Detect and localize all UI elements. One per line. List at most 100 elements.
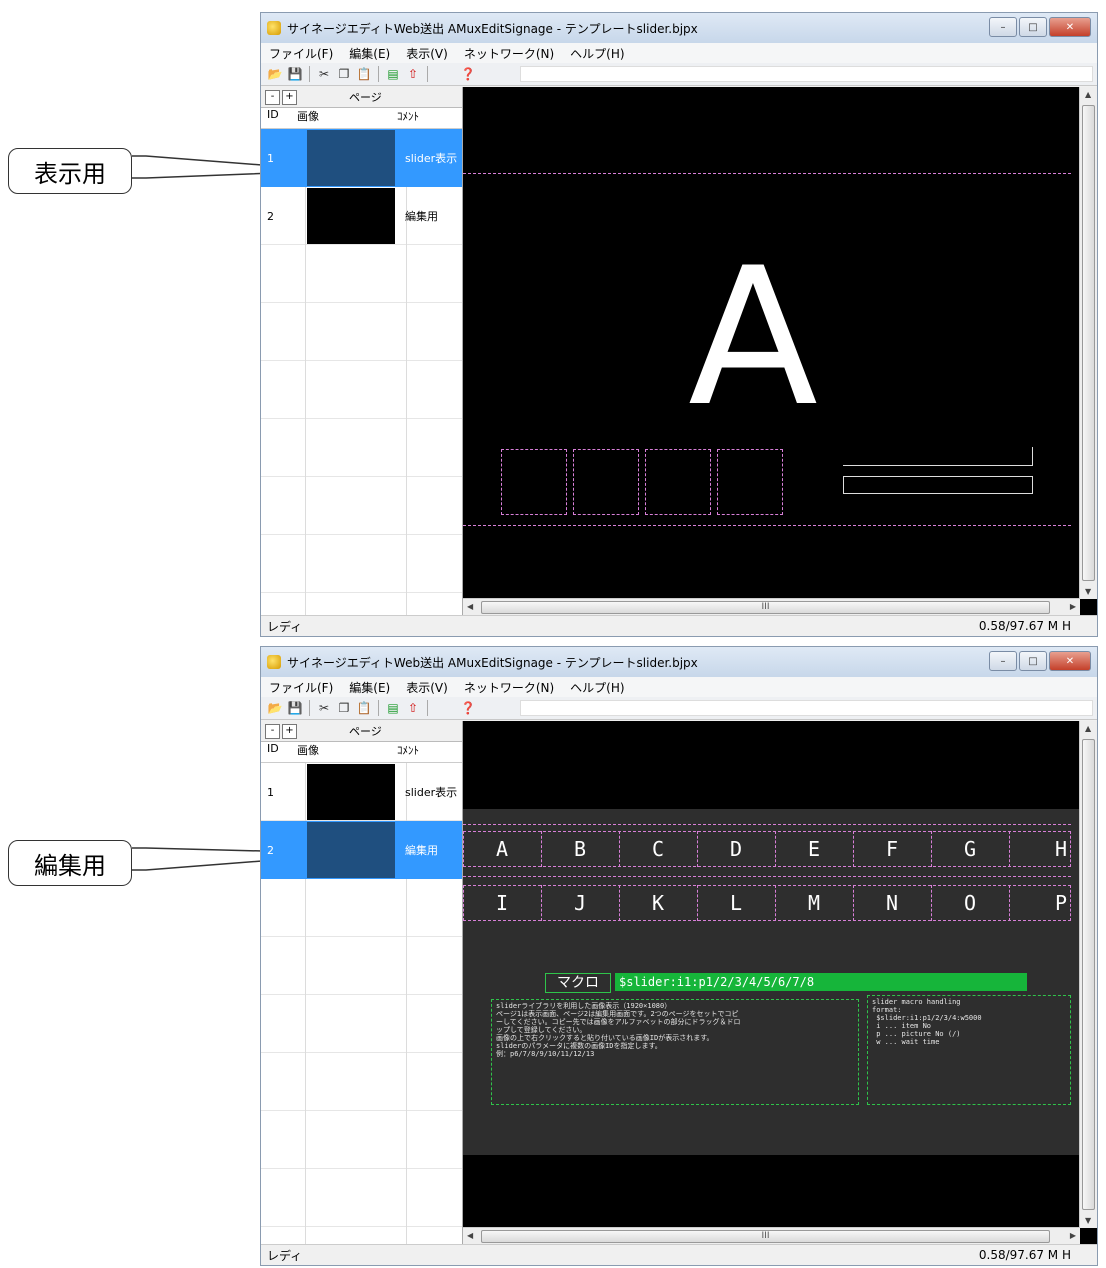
slot-3[interactable] (645, 449, 711, 515)
close-button[interactable]: ✕ (1049, 17, 1091, 37)
vertical-scrollbar[interactable]: ▲ ▼ (1079, 721, 1097, 1228)
column-id[interactable]: ID (261, 742, 291, 762)
slot-i[interactable]: I (463, 885, 542, 921)
cut-icon[interactable]: ✂ (316, 700, 332, 716)
copy-icon[interactable]: ❐ (336, 700, 352, 716)
status-text: レディ (267, 1248, 303, 1263)
slot-d[interactable]: D (697, 831, 776, 867)
slot-e[interactable]: E (775, 831, 854, 867)
page-row-1[interactable]: 1 slider表示 (261, 129, 462, 187)
save-green-icon[interactable]: ▤ (385, 66, 401, 82)
scroll-down-icon[interactable]: ▼ (1085, 1216, 1091, 1225)
page-row-2[interactable]: 2 編集用 (261, 187, 462, 245)
paste-icon[interactable]: 📋 (356, 700, 372, 716)
slot-f[interactable]: F (853, 831, 932, 867)
minimize-button[interactable]: – (989, 651, 1017, 671)
slot-2[interactable] (573, 449, 639, 515)
menu-file[interactable]: ファイル(F) (269, 45, 333, 62)
slot-p[interactable]: P (1009, 885, 1071, 921)
slot-k[interactable]: K (619, 885, 698, 921)
page-row-1[interactable]: 1 slider表示 (261, 763, 462, 821)
callout-display: 表示用 (8, 148, 132, 194)
vertical-scrollbar[interactable]: ▲ ▼ (1079, 87, 1097, 599)
page-row-2[interactable]: 2 編集用 (261, 821, 462, 879)
slider-bar[interactable] (843, 476, 1033, 494)
slot-j[interactable]: J (541, 885, 620, 921)
remove-page-button[interactable]: - (265, 89, 280, 105)
scroll-up-icon[interactable]: ▲ (1085, 90, 1091, 99)
menu-view[interactable]: 表示(V) (406, 45, 448, 62)
page-id: 1 (267, 785, 274, 799)
column-image[interactable]: 画像 (291, 742, 391, 762)
minimize-button[interactable]: – (989, 17, 1017, 37)
scroll-right-icon[interactable]: ▶ (1070, 602, 1076, 611)
scroll-left-icon[interactable]: ◀ (467, 602, 473, 611)
slot-h[interactable]: H (1009, 831, 1071, 867)
maximize-button[interactable]: □ (1019, 651, 1047, 671)
help-icon[interactable]: ❓ (460, 66, 476, 82)
preview-canvas-display[interactable]: A ▲ ▼ ◀ III ▶ (463, 87, 1097, 616)
status-text: レディ (267, 619, 303, 634)
page-comment: 編集用 (405, 844, 438, 857)
add-page-button[interactable]: + (282, 723, 297, 739)
horizontal-scrollbar[interactable]: ◀ III ▶ (463, 1227, 1080, 1245)
scroll-right-icon[interactable]: ▶ (1070, 1231, 1076, 1240)
horizontal-scroll-thumb[interactable]: III (481, 601, 1050, 614)
slot-1[interactable] (501, 449, 567, 515)
horizontal-scroll-thumb[interactable]: III (481, 1230, 1050, 1243)
menu-file[interactable]: ファイル(F) (269, 679, 333, 696)
upload-arrow-icon[interactable]: ⇧ (405, 700, 421, 716)
open-folder-icon[interactable]: 📂 (267, 66, 283, 82)
paste-icon[interactable]: 📋 (356, 66, 372, 82)
add-page-button[interactable]: + (282, 89, 297, 105)
menu-help[interactable]: ヘルプ(H) (570, 679, 624, 696)
close-button[interactable]: ✕ (1049, 651, 1091, 671)
vertical-scroll-thumb[interactable] (1082, 105, 1095, 581)
callout-edit-label: 編集用 (34, 851, 106, 880)
slot-m[interactable]: M (775, 885, 854, 921)
page-thumbnail (307, 764, 395, 820)
horizontal-scrollbar[interactable]: ◀ III ▶ (463, 598, 1080, 616)
column-image[interactable]: 画像 (291, 108, 391, 128)
window-title: サイネージエディトWeb送出 AMuxEditSignage - テンプレートs… (287, 655, 698, 670)
column-comment[interactable]: ｺﾒﾝﾄ (391, 742, 461, 762)
toolbar-spacer (520, 66, 1093, 82)
save-green-icon[interactable]: ▤ (385, 700, 401, 716)
menu-view[interactable]: 表示(V) (406, 679, 448, 696)
open-folder-icon[interactable]: 📂 (267, 700, 283, 716)
save-icon[interactable]: 💾 (287, 66, 303, 82)
scroll-up-icon[interactable]: ▲ (1085, 724, 1091, 733)
menu-edit[interactable]: 編集(E) (349, 679, 390, 696)
menu-network[interactable]: ネットワーク(N) (464, 679, 554, 696)
page-list: 1 slider表示 2 編集用 (261, 763, 462, 1245)
maximize-button[interactable]: □ (1019, 17, 1047, 37)
vertical-scroll-thumb[interactable] (1082, 739, 1095, 1210)
status-bar: レディ 0.58/97.67 M H (261, 1244, 1097, 1265)
copy-icon[interactable]: ❐ (336, 66, 352, 82)
slot-c[interactable]: C (619, 831, 698, 867)
slot-o[interactable]: O (931, 885, 1010, 921)
help-icon[interactable]: ❓ (460, 700, 476, 716)
slot-g[interactable]: G (931, 831, 1010, 867)
menu-network[interactable]: ネットワーク(N) (464, 45, 554, 62)
page-list: 1 slider表示 2 編集用 (261, 129, 462, 616)
upload-arrow-icon[interactable]: ⇧ (405, 66, 421, 82)
scroll-left-icon[interactable]: ◀ (467, 1231, 473, 1240)
preview-canvas-edit[interactable]: A B C D E F G H I J K L M N O P マクロ $sli… (463, 721, 1097, 1245)
slot-4[interactable] (717, 449, 783, 515)
slot-n[interactable]: N (853, 885, 932, 921)
title-bar[interactable]: サイネージエディトWeb送出 AMuxEditSignage - テンプレートs… (261, 13, 1097, 43)
menu-edit[interactable]: 編集(E) (349, 45, 390, 62)
cut-icon[interactable]: ✂ (316, 66, 332, 82)
remove-page-button[interactable]: - (265, 723, 280, 739)
title-bar[interactable]: サイネージエディトWeb送出 AMuxEditSignage - テンプレートs… (261, 647, 1097, 677)
save-icon[interactable]: 💾 (287, 700, 303, 716)
slot-l[interactable]: L (697, 885, 776, 921)
macro-value[interactable]: $slider:i1:p1/2/3/4/5/6/7/8 (615, 973, 1027, 991)
column-comment[interactable]: ｺﾒﾝﾄ (391, 108, 461, 128)
scroll-down-icon[interactable]: ▼ (1085, 587, 1091, 596)
column-id[interactable]: ID (261, 108, 291, 128)
slot-a[interactable]: A (463, 831, 542, 867)
menu-help[interactable]: ヘルプ(H) (570, 45, 624, 62)
slot-b[interactable]: B (541, 831, 620, 867)
